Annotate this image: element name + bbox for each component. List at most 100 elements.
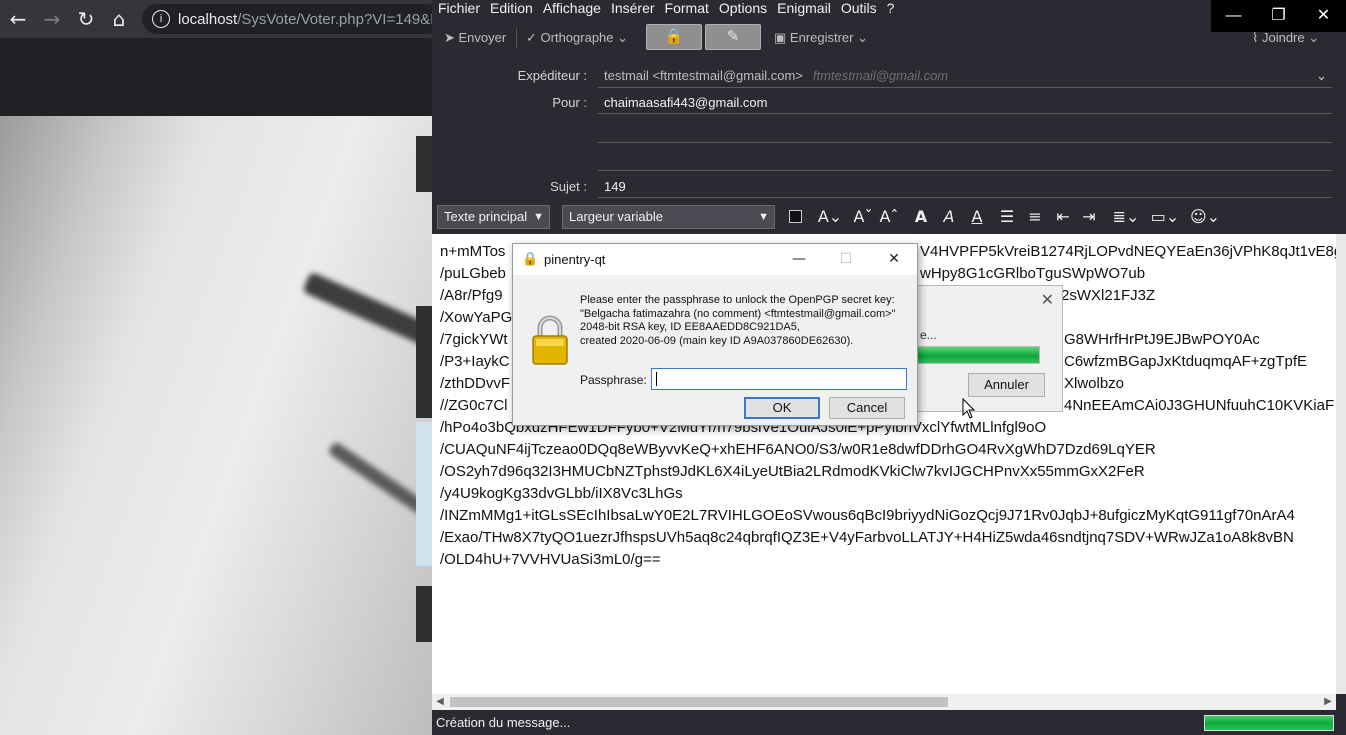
- align-icon[interactable]: ≣⌄: [1110, 206, 1142, 228]
- forward-arrow-icon[interactable]: →: [40, 7, 64, 31]
- body-line: /A8r/Pfg9: [440, 287, 503, 304]
- mouse-cursor-icon: [962, 398, 976, 419]
- page-element: [416, 586, 432, 642]
- text-color-icon[interactable]: [784, 206, 806, 228]
- subject-field[interactable]: 149: [604, 176, 626, 198]
- scroll-left-icon[interactable]: ◀: [432, 694, 448, 710]
- underline-icon[interactable]: A: [966, 206, 988, 228]
- close-icon[interactable]: ✕: [882, 248, 906, 270]
- larger-text-icon[interactable]: Aˆ: [878, 206, 900, 228]
- indent-icon[interactable]: ⇥: [1078, 206, 1100, 228]
- outdent-icon[interactable]: ⇤: [1052, 206, 1074, 228]
- body-line: /Exao/THw8X7tyQO1uezrJfhspsUVh5aq8c24qbr…: [440, 529, 1294, 546]
- save-button[interactable]: ▣ Enregistrer ⌄: [774, 26, 868, 50]
- numbered-list-icon[interactable]: ≡: [1024, 206, 1046, 228]
- to-field[interactable]: chaimaasafi443@gmail.com: [604, 92, 768, 114]
- address-bar[interactable]: i localhost/SysVote/Voter.php?VI=149&E: [142, 4, 442, 34]
- field-underline: [598, 170, 1332, 171]
- dialog-titlebar: 🔒 pinentry-qt — ☐ ✕: [513, 244, 917, 275]
- attach-button[interactable]: ⌇ Joindre ⌄: [1252, 26, 1319, 50]
- menu-edition[interactable]: Edition: [485, 0, 538, 16]
- maximize-icon: ☐: [839, 251, 853, 267]
- send-button[interactable]: ➤ Envoyer: [444, 26, 506, 50]
- scroll-right-icon[interactable]: ▶: [1320, 694, 1336, 710]
- insert-image-icon[interactable]: ▭⌄: [1148, 206, 1182, 228]
- encrypt-toggle[interactable]: 🔒: [646, 24, 702, 50]
- field-underline: [598, 142, 1332, 143]
- field-underline: [598, 87, 1332, 88]
- menu-fichier[interactable]: Fichier: [432, 0, 485, 16]
- body-fragment: 4NnEEAmCAi0J3GHUNfuuhC10KVKiaF: [1064, 397, 1335, 414]
- body-line: /y4U9kogKg33dvGLbb/iIX8Vc3LhGs: [440, 485, 683, 502]
- menu-bar: Fichier Edition Affichage Insérer Format Opti…: [432, 0, 1212, 18]
- spelling-button[interactable]: ✓ Orthographe ⌄: [526, 26, 628, 50]
- paragraph-format-select[interactable]: Texte principal ▼: [437, 205, 550, 229]
- body-fragment: Xlwolbzo: [1064, 375, 1125, 392]
- subject-label: Sujet :: [550, 179, 587, 194]
- body-line: //ZG0c7Cl: [440, 397, 508, 414]
- paragraph-format-value: Texte principal: [444, 209, 528, 224]
- progress-bar-fill: [917, 347, 1039, 363]
- from-value: testmail <ftmtestmail@gmail.com>: [604, 68, 803, 83]
- menu-enigmail[interactable]: Enigmail: [772, 0, 836, 16]
- bold-icon[interactable]: A: [910, 206, 932, 228]
- menu-options[interactable]: Options: [714, 0, 772, 16]
- menu-format[interactable]: Format: [660, 0, 714, 16]
- message-line: Please enter the passphrase to unlock th…: [580, 294, 895, 306]
- back-arrow-icon[interactable]: ←: [6, 7, 30, 31]
- passphrase-label: Passphrase:: [580, 373, 647, 387]
- menu-help[interactable]: ?: [882, 0, 900, 16]
- font-select[interactable]: Largeur variable ▼: [562, 205, 775, 229]
- dialog-title: pinentry-qt: [544, 252, 606, 267]
- horizontal-scrollbar[interactable]: ◀ ▶: [432, 694, 1336, 710]
- browser-page-header: [0, 38, 432, 116]
- message-line: 2048-bit RSA key, ID EE8AAEDD8C921DA5,: [580, 321, 800, 334]
- page-element: [416, 136, 432, 192]
- home-icon[interactable]: ⌂: [107, 7, 131, 31]
- cancel-button[interactable]: Cancel: [829, 397, 905, 419]
- emoji-icon[interactable]: ☺⌄: [1188, 206, 1222, 228]
- info-icon[interactable]: i: [152, 10, 170, 28]
- font-size-icon[interactable]: A⌄: [814, 206, 846, 228]
- body-line: /INZmMMg1+itGLsSEcIhIbsaLwY0E2L7RVIHLGOE…: [440, 507, 1295, 524]
- to-label: Pour :: [552, 95, 587, 110]
- url-host: localhost: [178, 11, 238, 28]
- vertical-scrollbar[interactable]: [1336, 234, 1346, 694]
- pinentry-dialog: 🔒 pinentry-qt — ☐ ✕ Please enter the pas…: [512, 243, 918, 426]
- toolbar-separator: [516, 28, 517, 48]
- ok-button[interactable]: OK: [744, 397, 820, 419]
- blurred-shape: [302, 271, 432, 353]
- spelling-label: Orthographe: [540, 30, 614, 45]
- page-element: [416, 422, 432, 566]
- page-element: [416, 306, 432, 418]
- body-line: n+mMTos: [440, 243, 506, 260]
- smaller-text-icon[interactable]: Aˇ: [852, 206, 874, 228]
- menu-outils[interactable]: Outils: [836, 0, 882, 16]
- italic-icon[interactable]: A: [938, 206, 960, 228]
- minimize-icon[interactable]: —: [787, 248, 811, 270]
- from-label: Expéditeur :: [517, 68, 587, 83]
- message-line: created 2020-06-09 (main key ID A9A03786…: [580, 334, 854, 347]
- close-icon[interactable]: ✕: [1041, 290, 1054, 309]
- status-text: Création du message...: [436, 715, 571, 730]
- from-select[interactable]: testmail <ftmtestmail@gmail.com> ftmtestm…: [604, 65, 948, 87]
- body-line: /P3+IaykC: [440, 353, 510, 370]
- menu-inserer[interactable]: Insérer: [606, 0, 660, 16]
- reload-icon[interactable]: ↻: [74, 7, 98, 31]
- chevron-down-icon: ⌄: [853, 30, 868, 45]
- bullet-list-icon[interactable]: ☰: [996, 206, 1018, 228]
- body-line: /puLGbeb: [440, 265, 506, 282]
- passphrase-input[interactable]: [651, 368, 907, 390]
- field-underline: [598, 113, 1332, 114]
- chevron-down-icon[interactable]: ⌄: [1316, 65, 1327, 87]
- dialog-message: Please enter the passphrase to unlock th…: [580, 294, 915, 348]
- body-fragment: C6wfzmBGapJxKtduqmqAF+zgTpfE: [1064, 353, 1308, 370]
- menu-affichage[interactable]: Affichage: [538, 0, 606, 16]
- sign-toggle[interactable]: ✎: [705, 24, 761, 50]
- annuler-button[interactable]: Annuler: [968, 373, 1045, 397]
- scrollbar-thumb[interactable]: [450, 697, 948, 707]
- body-line: /XowYaPG: [440, 309, 513, 326]
- body-line: /7gickYWt: [440, 331, 508, 348]
- font-value: Largeur variable: [569, 209, 663, 224]
- save-label: Enregistrer: [789, 30, 854, 45]
